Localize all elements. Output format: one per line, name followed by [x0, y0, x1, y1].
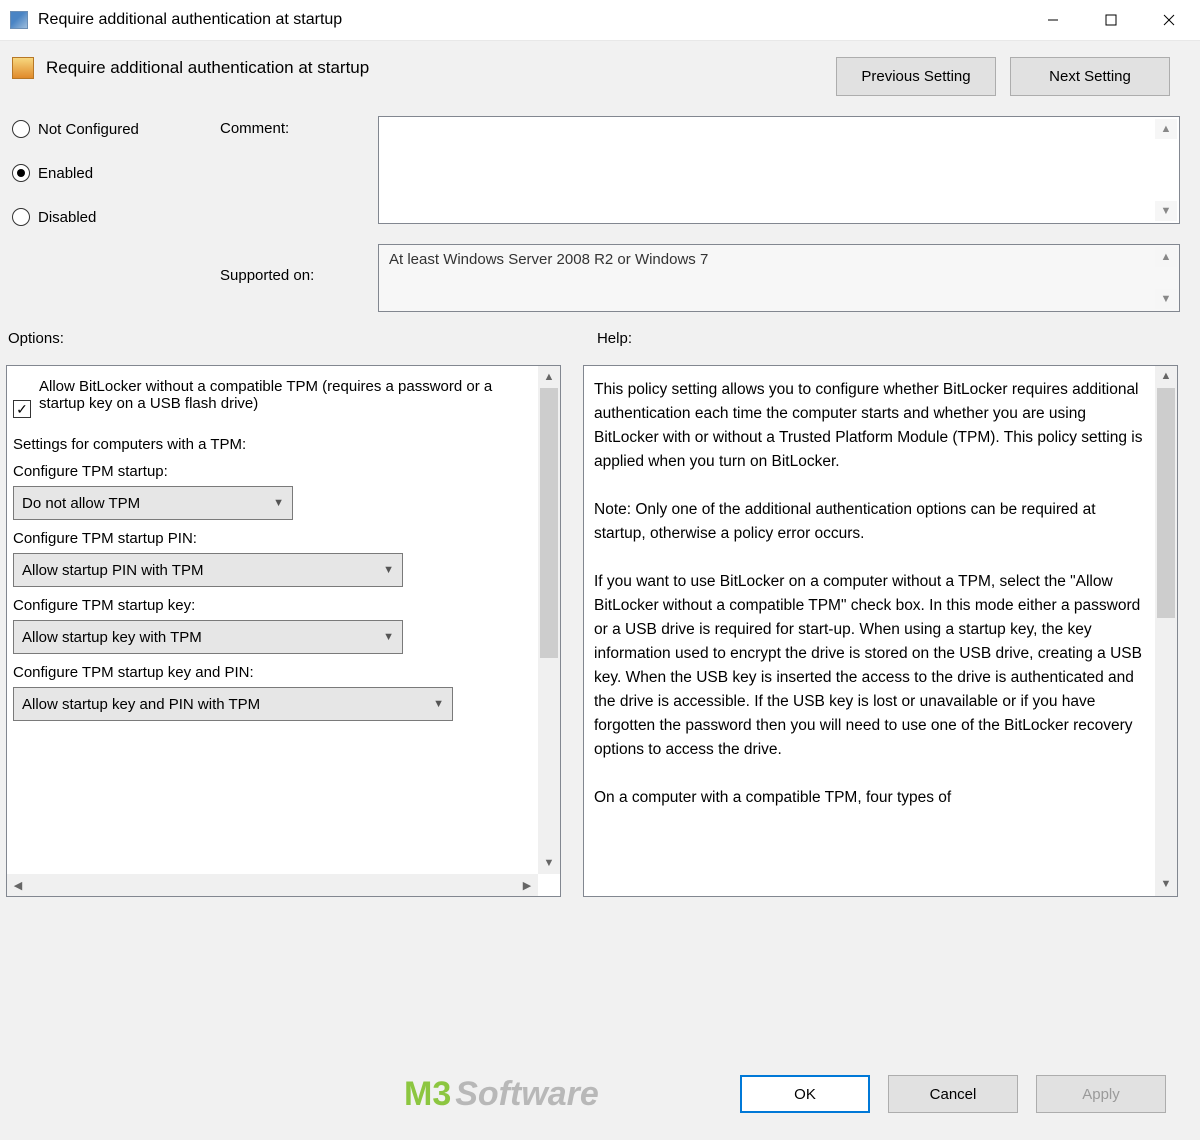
combo-value: Allow startup PIN with TPM [22, 562, 203, 579]
comment-textarea[interactable]: ▲ ▼ [378, 116, 1180, 224]
tpm-key-label: Configure TPM startup key: [13, 597, 530, 614]
allow-without-tpm-label: Allow BitLocker without a compatible TPM… [39, 378, 530, 412]
tpm-pin-combo[interactable]: Allow startup PIN with TPM ▼ [13, 553, 403, 587]
watermark-brand: M3 [404, 1075, 451, 1114]
help-paragraph: This policy setting allows you to config… [594, 378, 1147, 474]
scroll-down-icon[interactable]: ▼ [538, 852, 560, 874]
tpm-key-combo[interactable]: Allow startup key with TPM ▼ [13, 620, 403, 654]
scroll-down-icon[interactable]: ▼ [1155, 201, 1177, 221]
combo-value: Allow startup key with TPM [22, 629, 202, 646]
minimize-button[interactable] [1024, 2, 1082, 38]
help-paragraph: If you want to use BitLocker on a comput… [594, 570, 1147, 762]
chevron-down-icon: ▼ [383, 631, 394, 643]
horizontal-scrollbar[interactable]: ◀ ▶ [7, 874, 538, 896]
maximize-button[interactable] [1082, 2, 1140, 38]
vertical-scrollbar[interactable]: ▲ ▼ [538, 366, 560, 874]
comment-label: Comment: [220, 116, 370, 137]
radio-disabled[interactable]: Disabled [12, 208, 212, 226]
tpm-startup-label: Configure TPM startup: [13, 463, 530, 480]
radio-enabled[interactable]: Enabled [12, 164, 212, 182]
radio-icon [12, 164, 30, 182]
previous-setting-button[interactable]: Previous Setting [836, 57, 996, 96]
tpm-settings-heading: Settings for computers with a TPM: [13, 436, 530, 453]
radio-icon [12, 208, 30, 226]
chevron-down-icon: ▼ [273, 497, 284, 509]
scroll-right-icon[interactable]: ▶ [516, 874, 538, 896]
supported-on-value: At least Windows Server 2008 R2 or Windo… [389, 251, 708, 268]
options-heading: Options: [8, 330, 64, 347]
footer: M3 Software OK Cancel Apply [0, 1062, 1200, 1140]
cancel-button[interactable]: Cancel [888, 1075, 1018, 1113]
chevron-down-icon: ▼ [383, 564, 394, 576]
help-heading: Help: [597, 330, 632, 347]
scroll-left-icon[interactable]: ◀ [7, 874, 29, 896]
help-paragraph: Note: Only one of the additional authent… [594, 498, 1147, 546]
scroll-thumb[interactable] [1157, 388, 1175, 618]
window-icon [10, 11, 28, 29]
radio-label: Disabled [38, 209, 96, 226]
scroll-up-icon[interactable]: ▲ [538, 366, 560, 388]
window-title: Require additional authentication at sta… [38, 11, 342, 29]
close-button[interactable] [1140, 2, 1198, 38]
radio-not-configured[interactable]: Not Configured [12, 120, 212, 138]
ok-button[interactable]: OK [740, 1075, 870, 1113]
scroll-thumb[interactable] [540, 388, 558, 658]
apply-button[interactable]: Apply [1036, 1075, 1166, 1113]
scroll-up-icon[interactable]: ▲ [1155, 366, 1177, 388]
scroll-down-icon[interactable]: ▼ [1155, 874, 1177, 896]
chevron-down-icon: ▼ [433, 698, 444, 710]
scroll-up-icon[interactable]: ▲ [1155, 247, 1177, 267]
next-setting-button[interactable]: Next Setting [1010, 57, 1170, 96]
combo-value: Do not allow TPM [22, 495, 140, 512]
supported-on-label: Supported on: [220, 257, 370, 284]
policy-icon [12, 57, 34, 79]
help-paragraph: On a computer with a compatible TPM, fou… [594, 786, 1147, 810]
tpm-startup-combo[interactable]: Do not allow TPM ▼ [13, 486, 293, 520]
tpm-pin-label: Configure TPM startup PIN: [13, 530, 530, 547]
supported-on-box: At least Windows Server 2008 R2 or Windo… [378, 244, 1180, 312]
page-title: Require additional authentication at sta… [46, 58, 369, 78]
tpm-keypin-combo[interactable]: Allow startup key and PIN with TPM ▼ [13, 687, 453, 721]
watermark-text: Software [455, 1075, 599, 1114]
radio-icon [12, 120, 30, 138]
radio-label: Enabled [38, 165, 93, 182]
scroll-up-icon[interactable]: ▲ [1155, 119, 1177, 139]
combo-value: Allow startup key and PIN with TPM [22, 696, 260, 713]
vertical-scrollbar[interactable]: ▲ ▼ [1155, 366, 1177, 896]
help-panel: This policy setting allows you to config… [583, 365, 1178, 897]
allow-without-tpm-checkbox[interactable] [13, 400, 31, 418]
watermark: M3 Software [404, 1075, 599, 1114]
titlebar: Require additional authentication at sta… [0, 0, 1200, 40]
scroll-down-icon[interactable]: ▼ [1155, 289, 1177, 309]
options-panel: Allow BitLocker without a compatible TPM… [6, 365, 561, 897]
tpm-keypin-label: Configure TPM startup key and PIN: [13, 664, 530, 681]
radio-label: Not Configured [38, 121, 139, 138]
